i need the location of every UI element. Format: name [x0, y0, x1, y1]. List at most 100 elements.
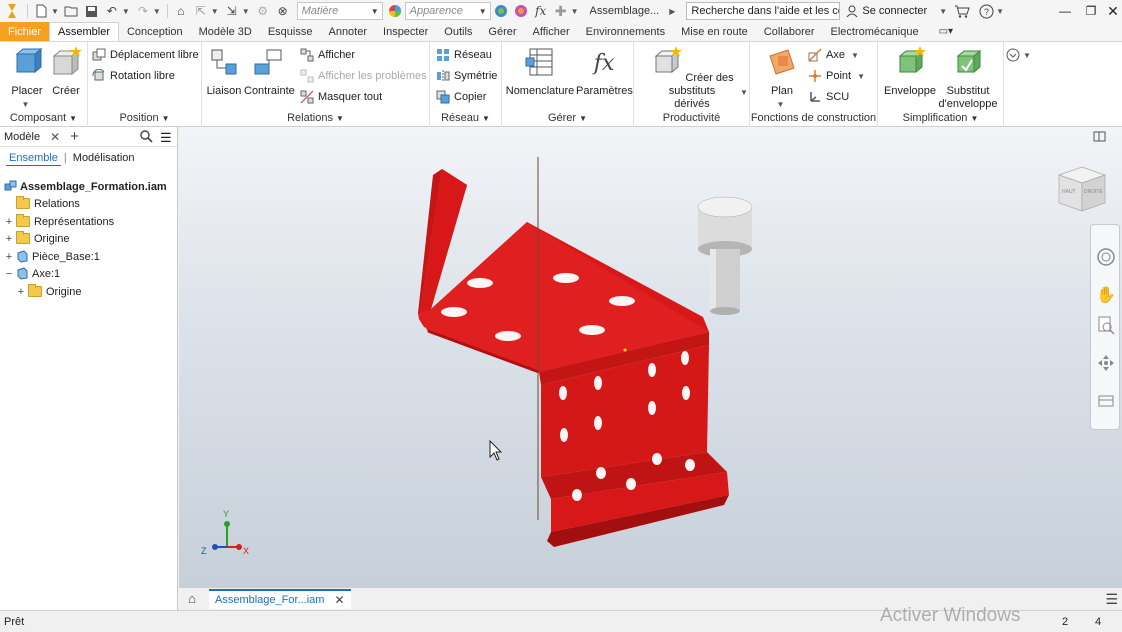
liaison-button[interactable]: Liaison: [204, 46, 244, 98]
new-dropdown-icon[interactable]: ▼: [51, 7, 59, 16]
nomenclature-button[interactable]: Nomenclature: [504, 46, 576, 98]
user-icon[interactable]: [844, 2, 860, 20]
tree-item-axe-origine[interactable]: + Origine: [16, 283, 81, 300]
help-search-input[interactable]: Recherche dans l'aide et les com: [686, 2, 841, 20]
tree-item-piece-base[interactable]: + Pièce_Base:1: [4, 248, 100, 265]
tab-modelisation[interactable]: Modélisation: [70, 151, 138, 165]
rotation-libre-button[interactable]: Rotation libre: [92, 67, 175, 85]
afficher-relations-button[interactable]: Afficher: [300, 46, 355, 64]
tree-root-assembly[interactable]: Assemblage_Formation.iam: [4, 178, 167, 195]
help-dropdown-icon[interactable]: ▼: [996, 7, 1004, 16]
appearance-select[interactable]: Apparence ▼: [404, 2, 491, 20]
viewport-layout-icon[interactable]: [1093, 131, 1106, 142]
tree-item-origine[interactable]: + Origine: [4, 230, 69, 247]
select-mode-icon[interactable]: ⇱: [193, 2, 209, 20]
tab-esquisse[interactable]: Esquisse: [260, 22, 321, 41]
bracket-part[interactable]: [418, 169, 729, 547]
contrainte-button[interactable]: Contrainte: [244, 46, 295, 98]
select-dropdown-icon[interactable]: ▼: [211, 7, 219, 16]
scu-button[interactable]: SCU: [808, 88, 849, 106]
substitut-enveloppe-button[interactable]: Substitut d'enveloppe: [936, 46, 1000, 111]
tab-afficher[interactable]: Afficher: [525, 22, 578, 41]
appearance-icon[interactable]: [387, 2, 403, 20]
reseau-button[interactable]: Réseau: [436, 46, 492, 64]
measure-icon[interactable]: ⚙: [255, 2, 271, 20]
tree-item-axe[interactable]: − Axe:1: [4, 265, 60, 282]
deplacement-libre-button[interactable]: Déplacement libre: [92, 46, 199, 64]
panel-title-composant[interactable]: Composant ▼: [0, 112, 87, 124]
tab-assembler[interactable]: Assembler: [49, 22, 119, 41]
collapse-icon[interactable]: −: [4, 268, 14, 280]
copier-button[interactable]: Copier: [436, 88, 486, 106]
add-icon[interactable]: ✚: [553, 2, 569, 20]
help-icon[interactable]: ?: [978, 2, 994, 20]
search-icon[interactable]: [140, 130, 153, 146]
panel-title-gerer[interactable]: Gérer ▼: [502, 112, 633, 124]
zoom-icon[interactable]: [1096, 315, 1116, 335]
enveloppe-button[interactable]: Enveloppe: [882, 46, 938, 98]
tree-item-relations[interactable]: Relations: [4, 195, 80, 212]
placer-button[interactable]: Placer ▼: [8, 46, 46, 111]
tab-fichier[interactable]: Fichier: [0, 22, 50, 41]
home-icon[interactable]: ⌂: [181, 589, 203, 609]
tab-conception[interactable]: Conception: [119, 22, 191, 41]
customize-dropdown-icon[interactable]: ▼: [571, 7, 579, 16]
sign-in-dropdown-icon[interactable]: ▼: [939, 7, 947, 16]
chevron-down-icon[interactable]: ▼: [740, 88, 748, 97]
close-tab-icon[interactable]: ✕: [334, 593, 344, 607]
undo-dropdown-icon[interactable]: ▼: [122, 7, 130, 16]
tab-electromecanique[interactable]: Electromécanique: [823, 22, 927, 41]
masquer-tout-button[interactable]: Masquer tout: [300, 88, 382, 106]
material-select[interactable]: Matière ▼: [296, 2, 383, 20]
home-icon[interactable]: ⌂: [173, 2, 189, 20]
panel-title-reseau[interactable]: Réseau ▼: [430, 112, 501, 124]
tab-modele-3d[interactable]: Modèle 3D: [191, 22, 260, 41]
tab-collaborer[interactable]: Collaborer: [756, 22, 823, 41]
tab-mise-en-route[interactable]: Mise en route: [673, 22, 756, 41]
close-window-button[interactable]: ✕: [1100, 0, 1122, 22]
pan-hand-icon[interactable]: ✋: [1096, 285, 1116, 305]
plan-button[interactable]: Plan ▼: [760, 46, 804, 111]
app-logo-icon[interactable]: [2, 2, 22, 20]
tab-environnements[interactable]: Environnements: [578, 22, 674, 41]
expand-icon[interactable]: +: [4, 251, 14, 263]
expand-icon[interactable]: +: [16, 286, 26, 298]
look-at-icon[interactable]: [1096, 391, 1116, 411]
creer-substituts-button[interactable]: Créer des substituts dérivés: [640, 46, 744, 111]
panel-title-simplification[interactable]: Simplification ▼: [878, 112, 1003, 124]
hamburger-menu-icon[interactable]: ☰: [160, 130, 172, 146]
point-button[interactable]: Point ▼: [808, 67, 868, 85]
orbit-icon[interactable]: [1096, 353, 1116, 373]
tab-gerer[interactable]: Gérer: [480, 22, 524, 41]
tab-annoter[interactable]: Annoter: [320, 22, 375, 41]
close-browser-icon[interactable]: ✕: [50, 130, 60, 144]
new-file-icon[interactable]: [33, 2, 49, 20]
tab-inspecter[interactable]: Inspecter: [375, 22, 436, 41]
add-browser-icon[interactable]: +: [70, 128, 79, 145]
redo-dropdown-icon[interactable]: ▼: [153, 7, 161, 16]
undo-icon[interactable]: ↶: [104, 2, 120, 20]
graphics-viewport[interactable]: Y X Z HAUT DROITE ✋: [179, 127, 1122, 587]
fx-parameters-icon[interactable]: fx: [533, 2, 549, 20]
adjust-appearance-icon[interactable]: [513, 2, 529, 20]
expand-icon[interactable]: +: [4, 233, 14, 245]
update-dropdown-icon[interactable]: ▼: [242, 7, 250, 16]
ribbon-options-icon[interactable]: ▭▾: [931, 22, 961, 41]
cart-icon[interactable]: [954, 2, 970, 20]
axe-button[interactable]: Axe ▼: [808, 46, 862, 64]
panel-title-relations[interactable]: Relations ▼: [202, 112, 429, 124]
tab-outils[interactable]: Outils: [436, 22, 480, 41]
parametres-button[interactable]: fx Paramètres: [576, 46, 633, 98]
sphere-icon[interactable]: ⊗: [275, 2, 291, 20]
symetrie-button[interactable]: Symétrie: [436, 67, 497, 85]
creer-button[interactable]: Créer: [48, 46, 84, 98]
expand-icon[interactable]: +: [4, 216, 14, 228]
clear-appearance-icon[interactable]: [493, 2, 509, 20]
doc-tab-assemblage[interactable]: Assemblage_For...iam ✕: [209, 588, 351, 609]
update-icon[interactable]: ⇲: [224, 2, 240, 20]
tree-item-representations[interactable]: + Représentations: [4, 213, 114, 230]
redo-icon[interactable]: ↷: [135, 2, 151, 20]
tab-ensemble[interactable]: Ensemble: [6, 151, 61, 166]
minimize-button[interactable]: —: [1052, 0, 1078, 22]
afficher-problemes-button[interactable]: Afficher les problèmes: [300, 67, 427, 85]
